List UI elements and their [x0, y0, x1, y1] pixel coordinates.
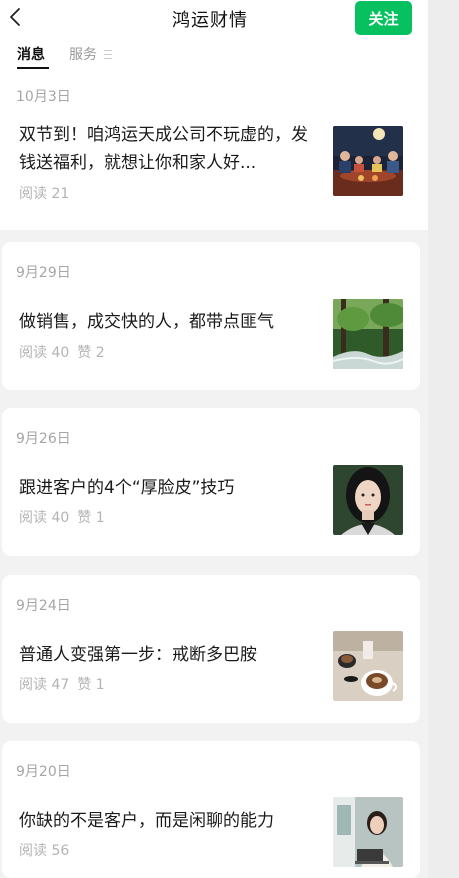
article-title[interactable]: 跟进客户的4个“厚脸皮”技巧: [19, 474, 314, 502]
article-thumbnail[interactable]: [333, 299, 403, 369]
top-bar: 鸿运财情 关注: [0, 0, 428, 38]
article-meta: 阅读 40 赞 1: [19, 507, 113, 527]
article-title[interactable]: 做销售，成交快的人，都带点匪气: [19, 308, 314, 336]
article-card[interactable]: 9月20日 你缺的不是客户，而是闲聊的能力 阅读 56: [2, 741, 420, 878]
tab-messages[interactable]: 消息: [17, 44, 45, 64]
article-date: 9月26日: [16, 431, 71, 447]
read-count: 阅读 40: [19, 510, 70, 526]
like-count: 赞 1: [77, 677, 105, 693]
article-card[interactable]: 10月3日 双节到！咱鸿运天成公司不玩虚的，发钱送福利，就想让你和家人好... …: [2, 78, 420, 228]
article-thumbnail[interactable]: [333, 126, 403, 196]
article-card[interactable]: 9月26日 跟进客户的4个“厚脸皮”技巧 阅读 40 赞 1: [2, 408, 420, 556]
article-card[interactable]: 9月29日 做销售，成交快的人，都带点匪气 阅读 40 赞 2: [2, 242, 420, 390]
active-tab-indicator: [17, 67, 49, 69]
article-title[interactable]: 双节到！咱鸿运天成公司不玩虚的，发钱送福利，就想让你和家人好...: [19, 121, 314, 177]
article-thumbnail[interactable]: [333, 797, 403, 867]
article-title[interactable]: 普通人变强第一步：戒断多巴胺: [19, 641, 314, 669]
article-thumbnail[interactable]: [333, 631, 403, 701]
article-card[interactable]: 9月24日 普通人变强第一步：戒断多巴胺 阅读 47 赞 1: [2, 575, 420, 723]
article-meta: 阅读 21: [19, 183, 77, 203]
article-meta: 阅读 40 赞 2: [19, 342, 113, 362]
like-count: 赞 1: [77, 510, 105, 526]
article-date: 9月29日: [16, 265, 71, 281]
article-date: 9月20日: [16, 764, 71, 780]
read-count: 阅读 47: [19, 677, 70, 693]
article-date: 10月3日: [16, 89, 71, 105]
like-count: 赞 2: [77, 345, 105, 361]
article-list-page: 鸿运财情 关注 消息 服务 10月3日 双节到！咱鸿运天成公司不玩虚的，发钱送福…: [0, 0, 459, 878]
article-title[interactable]: 你缺的不是客户，而是闲聊的能力: [19, 807, 314, 835]
read-count: 阅读 21: [19, 186, 70, 202]
article-thumbnail[interactable]: [333, 465, 403, 535]
follow-button[interactable]: 关注: [355, 1, 412, 35]
scroll-gutter: [428, 0, 459, 878]
menu-icon[interactable]: [104, 50, 112, 59]
read-count: 阅读 56: [19, 843, 70, 859]
read-count: 阅读 40: [19, 345, 70, 361]
article-meta: 阅读 56: [19, 840, 77, 860]
article-meta: 阅读 47 赞 1: [19, 674, 113, 694]
tab-services[interactable]: 服务: [69, 44, 97, 64]
article-date: 9月24日: [16, 598, 71, 614]
